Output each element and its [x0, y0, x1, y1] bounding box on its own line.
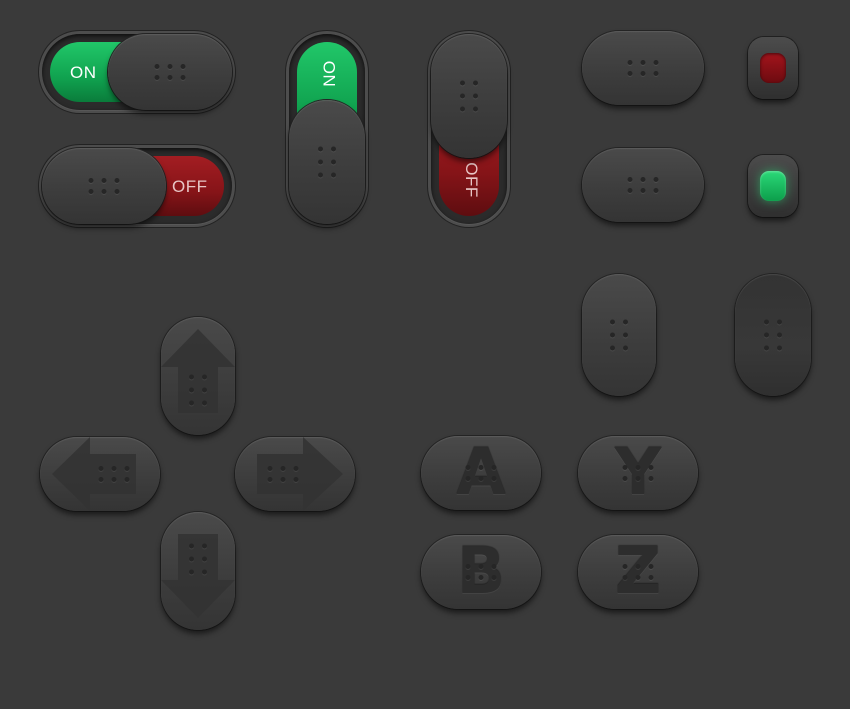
pill-button[interactable]	[582, 31, 704, 105]
grip-dots-icon	[154, 64, 186, 80]
toggle-knob[interactable]	[42, 148, 166, 224]
toggle-on-label: ON	[319, 60, 339, 88]
grip-dots-icon	[610, 319, 628, 351]
b-button[interactable]: B	[421, 535, 541, 609]
grip-dots-icon	[318, 146, 336, 178]
grip-dots-icon	[189, 543, 207, 575]
toggle-horizontal-off[interactable]: OFF	[42, 148, 232, 224]
vertical-pill-button[interactable]	[735, 274, 811, 396]
toggle-knob[interactable]	[289, 100, 365, 224]
grip-dots-icon	[267, 466, 299, 482]
led-indicator-red	[748, 37, 798, 99]
grip-dots-icon	[460, 80, 478, 112]
grip-dots-icon	[764, 319, 782, 351]
toggle-vertical-off[interactable]: OFF	[431, 34, 507, 224]
grip-dots-icon	[465, 465, 497, 481]
grip-dots-icon	[98, 466, 130, 482]
toggle-knob[interactable]	[108, 34, 232, 110]
grip-dots-icon	[627, 60, 659, 76]
toggle-knob[interactable]	[431, 34, 507, 158]
green-led-icon	[760, 171, 786, 201]
dpad-left-button[interactable]	[40, 437, 160, 511]
grip-dots-icon	[627, 177, 659, 193]
dpad-right-button[interactable]	[235, 437, 355, 511]
toggle-off-label: OFF	[172, 177, 208, 196]
toggle-horizontal-on[interactable]: ON	[42, 34, 232, 110]
toggle-on-label: ON	[70, 63, 97, 82]
z-button[interactable]: Z	[578, 535, 698, 609]
red-led-icon	[760, 53, 786, 83]
dpad-up-button[interactable]	[161, 317, 235, 435]
pill-button[interactable]	[582, 148, 704, 222]
vertical-pill-button[interactable]	[582, 274, 656, 396]
toggle-vertical-on[interactable]: ON	[289, 34, 365, 224]
y-button[interactable]: Y	[578, 436, 698, 510]
grip-dots-icon	[622, 564, 654, 580]
led-indicator-green	[748, 155, 798, 217]
a-button[interactable]: A	[421, 436, 541, 510]
grip-dots-icon	[88, 178, 120, 194]
dpad-down-button[interactable]	[161, 512, 235, 630]
grip-dots-icon	[622, 465, 654, 481]
grip-dots-icon	[465, 564, 497, 580]
grip-dots-icon	[189, 374, 207, 406]
toggle-off-label: OFF	[461, 162, 481, 198]
